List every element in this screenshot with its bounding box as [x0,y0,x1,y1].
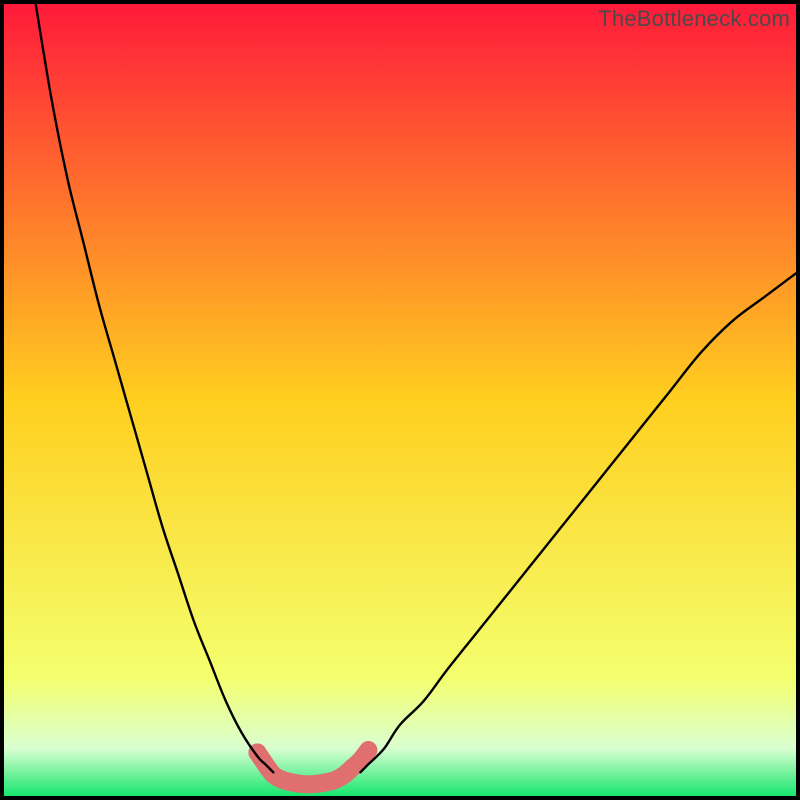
watermark-text: TheBottleneck.com [598,6,790,32]
bottleneck-chart [0,0,800,800]
chart-stage: TheBottleneck.com [0,0,800,800]
plot-area [4,4,796,796]
trough-end-right [359,741,377,759]
